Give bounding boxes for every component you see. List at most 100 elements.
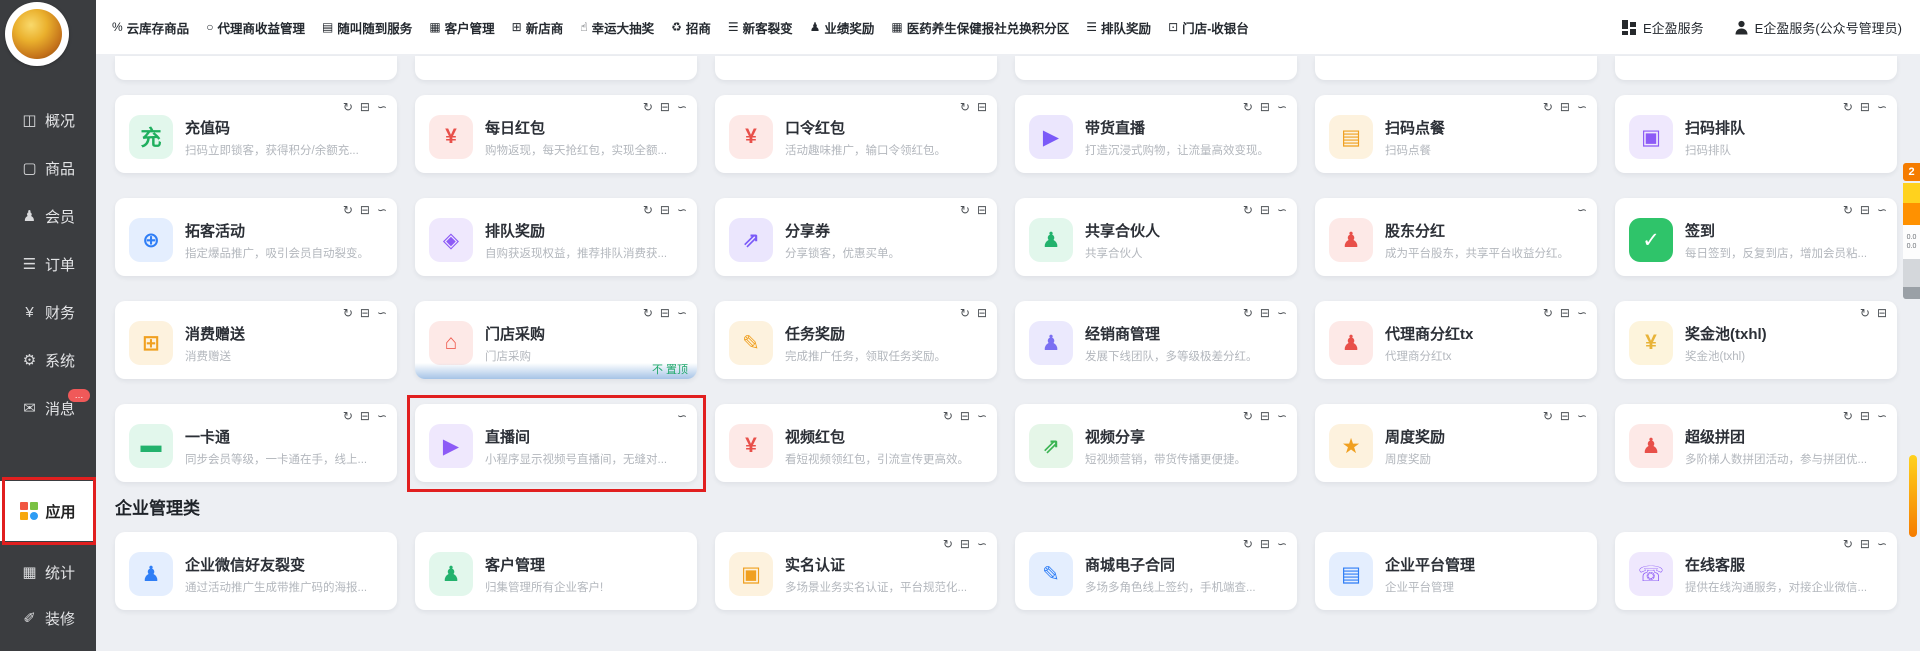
- sync-icon[interactable]: ↻: [960, 204, 970, 216]
- sync-icon[interactable]: ↻: [1543, 307, 1553, 319]
- link-icon[interactable]: ∽: [1877, 538, 1887, 550]
- nav-item-12[interactable]: ⊡ 门店-收银台: [1168, 18, 1249, 37]
- print-icon[interactable]: ⊟: [1860, 101, 1870, 113]
- print-icon[interactable]: ⊟: [360, 101, 370, 113]
- link-icon[interactable]: ∽: [1877, 410, 1887, 422]
- sync-icon[interactable]: ↻: [1843, 204, 1853, 216]
- print-icon[interactable]: ⊟: [977, 101, 987, 113]
- print-icon[interactable]: ⊟: [1260, 101, 1270, 113]
- nav-item-7[interactable]: ♻ 招商: [671, 18, 711, 37]
- print-icon[interactable]: ⊟: [1260, 307, 1270, 319]
- sidebar-item-订单[interactable]: ☰ 订单: [0, 244, 96, 284]
- print-icon[interactable]: ⊟: [1860, 204, 1870, 216]
- app-card-充值码[interactable]: ↻ ⊟ ∽ 充充值码 扫码立即锁客，获得积分/余额充...: [115, 95, 397, 173]
- nav-item-8[interactable]: ☰ 新客裂变: [728, 18, 793, 37]
- sync-icon[interactable]: ↻: [643, 101, 653, 113]
- sidebar-item-商品[interactable]: ▢ 商品: [0, 148, 96, 188]
- sync-icon[interactable]: ↻: [943, 410, 953, 422]
- link-icon[interactable]: ∽: [1877, 204, 1887, 216]
- app-card-带货直播[interactable]: ↻ ⊟ ∽ ▶ 带货直播 打造沉浸式购物，让流量高效变现。: [1015, 95, 1297, 173]
- print-icon[interactable]: ⊟: [1260, 204, 1270, 216]
- app-card-股东分红[interactable]: ∽ ♟ 股东分红 成为平台股东，共享平台收益分红。: [1315, 198, 1597, 276]
- link-icon[interactable]: ∽: [1577, 101, 1587, 113]
- sidebar-item-应用[interactable]: 应用: [0, 477, 96, 545]
- print-icon[interactable]: ⊟: [1860, 410, 1870, 422]
- nav-item-1[interactable]: % 云库存商品: [112, 18, 189, 37]
- app-card-超级拼团[interactable]: ↻ ⊟ ∽ ♟ 超级拼团 多阶梯人数拼团活动，参与拼团优...: [1615, 404, 1897, 482]
- sync-icon[interactable]: ↻: [1860, 307, 1870, 319]
- link-icon[interactable]: ∽: [377, 307, 387, 319]
- nav-item-5[interactable]: ⊞ 新店商: [512, 18, 564, 37]
- print-icon[interactable]: ⊟: [1860, 538, 1870, 550]
- service-menu[interactable]: E企盈服务: [1621, 18, 1704, 37]
- app-card-消费赠送[interactable]: ↻ ⊟ ∽ ⊞ 消费赠送 消费赠送: [115, 301, 397, 379]
- app-card-经销商管理[interactable]: ↻ ⊟ ∽ ♟ 经销商管理 发展下线团队，多等级极差分红。: [1015, 301, 1297, 379]
- sidebar-item-系统[interactable]: ⚙ 系统: [0, 340, 96, 380]
- print-icon[interactable]: ⊟: [1260, 410, 1270, 422]
- link-icon[interactable]: ∽: [1277, 538, 1287, 550]
- app-card-客户管理[interactable]: ♟ 客户管理 归集管理所有企业客户!: [415, 532, 697, 610]
- sidebar-item-装修[interactable]: ✐ 装修: [0, 598, 96, 638]
- app-card-任务奖励[interactable]: ↻ ⊟ ✎ 任务奖励 完成推广任务，领取任务奖励。: [715, 301, 997, 379]
- app-card-奖金池(txhl)[interactable]: ↻ ⊟ ¥ 奖金池(txhl) 奖金池(txhl): [1615, 301, 1897, 379]
- link-icon[interactable]: ∽: [1577, 204, 1587, 216]
- link-icon[interactable]: ∽: [677, 101, 687, 113]
- nav-item-10[interactable]: ▦ 医药养生保健报社兑换积分区: [891, 18, 1069, 37]
- print-icon[interactable]: ⊟: [360, 410, 370, 422]
- app-card-视频分享[interactable]: ↻ ⊟ ∽ ⇗ 视频分享 短视频营销，带货传播更便捷。: [1015, 404, 1297, 482]
- sync-icon[interactable]: ↻: [1843, 101, 1853, 113]
- account-menu[interactable]: E企盈服务(公众号管理员): [1734, 18, 1902, 37]
- print-icon[interactable]: ⊟: [660, 101, 670, 113]
- sync-icon[interactable]: ↻: [1543, 410, 1553, 422]
- sidebar-item-财务[interactable]: ¥ 财务: [0, 292, 96, 332]
- app-card-代理商分红tx[interactable]: ↻ ⊟ ∽ ♟ 代理商分红tx 代理商分红tx: [1315, 301, 1597, 379]
- sync-icon[interactable]: ↻: [1543, 101, 1553, 113]
- sync-icon[interactable]: ↻: [1243, 204, 1253, 216]
- app-card-排队奖励[interactable]: ↻ ⊟ ∽ ◈ 排队奖励 自购获返现权益，推荐排队消费获...: [415, 198, 697, 276]
- link-icon[interactable]: ∽: [1577, 307, 1587, 319]
- sync-icon[interactable]: ↻: [343, 101, 353, 113]
- pin-tag[interactable]: 不 置顶: [652, 361, 688, 377]
- sync-icon[interactable]: ↻: [1243, 307, 1253, 319]
- app-card-企业平台管理[interactable]: ▤ 企业平台管理 企业平台管理: [1315, 532, 1597, 610]
- print-icon[interactable]: ⊟: [1560, 101, 1570, 113]
- nav-item-11[interactable]: ☰ 排队奖励: [1086, 18, 1151, 37]
- app-logo[interactable]: [5, 2, 69, 66]
- app-card-周度奖励[interactable]: ↻ ⊟ ∽ ★ 周度奖励 周度奖励: [1315, 404, 1597, 482]
- link-icon[interactable]: ∽: [1877, 101, 1887, 113]
- print-icon[interactable]: ⊟: [1877, 307, 1887, 319]
- print-icon[interactable]: ⊟: [977, 307, 987, 319]
- print-icon[interactable]: ⊟: [977, 204, 987, 216]
- link-icon[interactable]: ∽: [1277, 101, 1287, 113]
- sync-icon[interactable]: ↻: [1243, 410, 1253, 422]
- print-icon[interactable]: ⊟: [660, 307, 670, 319]
- print-icon[interactable]: ⊟: [360, 204, 370, 216]
- print-icon[interactable]: ⊟: [360, 307, 370, 319]
- link-icon[interactable]: ∽: [977, 410, 987, 422]
- app-card-每日红包[interactable]: ↻ ⊟ ∽ ¥ 每日红包 购物返现，每天抢红包，实现全额...: [415, 95, 697, 173]
- nav-item-3[interactable]: ▤ 随叫随到服务: [322, 18, 412, 37]
- sync-icon[interactable]: ↻: [343, 410, 353, 422]
- sync-icon[interactable]: ↻: [643, 204, 653, 216]
- print-icon[interactable]: ⊟: [960, 538, 970, 550]
- sync-icon[interactable]: ↻: [343, 307, 353, 319]
- sync-icon[interactable]: ↻: [1243, 538, 1253, 550]
- print-icon[interactable]: ⊟: [1560, 410, 1570, 422]
- nav-item-2[interactable]: ○ 代理商收益管理: [206, 18, 305, 37]
- floating-widget[interactable]: 2 0.0 0.0: [1903, 163, 1920, 299]
- app-card-直播间[interactable]: ∽ ▶ 直播间 小程序显示视频号直播间，无缝对...: [407, 395, 706, 492]
- sync-icon[interactable]: ↻: [943, 538, 953, 550]
- app-card-共享合伙人[interactable]: ↻ ⊟ ∽ ♟ 共享合伙人 共享合伙人: [1015, 198, 1297, 276]
- app-card-商城电子合同[interactable]: ↻ ⊟ ∽ ✎ 商城电子合同 多场多角色线上签约，手机端查...: [1015, 532, 1297, 610]
- link-icon[interactable]: ∽: [1277, 410, 1287, 422]
- print-icon[interactable]: ⊟: [1260, 538, 1270, 550]
- sidebar-item-会员[interactable]: ♟ 会员: [0, 196, 96, 236]
- app-card-一卡通[interactable]: ↻ ⊟ ∽ ▬ 一卡通 同步会员等级，一卡通在手，线上...: [115, 404, 397, 482]
- app-card-分享券[interactable]: ↻ ⊟ ⇗ 分享券 分享锁客，优惠买单。: [715, 198, 997, 276]
- nav-item-4[interactable]: ▦ 客户管理: [429, 18, 494, 37]
- sync-icon[interactable]: ↻: [1843, 410, 1853, 422]
- app-card-拓客活动[interactable]: ↻ ⊟ ∽ ⊕ 拓客活动 指定爆品推广，吸引会员自动裂变。: [115, 198, 397, 276]
- app-card-扫码排队[interactable]: ↻ ⊟ ∽ ▣ 扫码排队 扫码排队: [1615, 95, 1897, 173]
- app-card-企业微信好友裂变[interactable]: ♟ 企业微信好友裂变 通过活动推广生成带推广码的海报...: [115, 532, 397, 610]
- link-icon[interactable]: ∽: [1277, 204, 1287, 216]
